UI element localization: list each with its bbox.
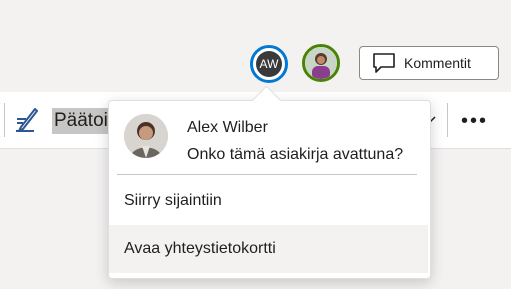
go-to-location-item[interactable]: Siirry sijaintiin (109, 177, 428, 225)
contact-avatar (124, 114, 168, 158)
person-photo-icon (305, 47, 337, 79)
avatar-initials: AW (256, 51, 282, 77)
comment-icon (373, 53, 395, 73)
ribbon-divider (4, 103, 5, 137)
ribbon-divider (447, 103, 448, 137)
popup-divider (117, 174, 417, 175)
open-contact-card-item[interactable]: Avaa yhteystietokortti (109, 225, 428, 273)
collaborator-avatar-alex-wilber[interactable]: AW (250, 45, 288, 83)
comments-label: Kommentit (404, 55, 471, 71)
contact-name: Alex Wilber (187, 119, 268, 136)
contact-status: Onko tämä asiakirja avattuna? (187, 146, 404, 163)
collaborator-avatar-photo[interactable] (302, 44, 340, 82)
menu-item-label: Siirry sijaintiin (124, 192, 222, 209)
comments-button[interactable]: Kommentit (359, 46, 499, 80)
menu-item-label: Avaa yhteystietokortti (124, 240, 276, 257)
editor-pen-icon[interactable] (14, 107, 40, 133)
person-photo-icon (124, 114, 168, 158)
more-options-button[interactable]: ••• (461, 111, 488, 131)
